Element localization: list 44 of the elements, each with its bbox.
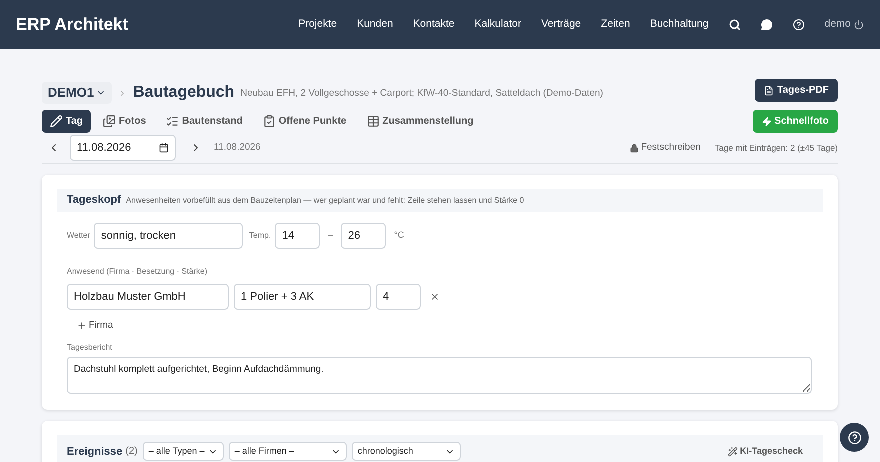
range-dash: – bbox=[328, 229, 334, 242]
tab[interactable]: Fotos bbox=[95, 110, 154, 133]
unit-label: °C bbox=[394, 229, 404, 242]
user-name[interactable]: demo bbox=[824, 16, 851, 32]
field-label: Anwesend (Firma · Besetzung · Stärke) bbox=[67, 267, 208, 276]
temp-max-field[interactable]: 26 bbox=[341, 223, 386, 249]
nav-link[interactable]: Kalkulator bbox=[474, 16, 522, 32]
weather-field[interactable]: sonnig, trocken bbox=[94, 223, 244, 249]
nav-link[interactable]: Verträge bbox=[541, 16, 582, 32]
section-hint: Anwesenheiten vorbefüllt aus dem Bauzeitenplan — wer geplant war und fehlt: Zeile stehen lassen und Stärke 0 bbox=[126, 194, 524, 206]
section-title: Tageskopf bbox=[67, 193, 122, 208]
nav-link[interactable]: Kontakte bbox=[413, 16, 455, 32]
field-label: Tagesbericht bbox=[67, 342, 114, 354]
ai-check-button[interactable]: KI-Tagescheck bbox=[728, 445, 803, 458]
days-info: Tage mit Einträgen: 2 (±45 Tage) bbox=[714, 142, 838, 154]
date-label: 11.08.2026 bbox=[214, 140, 261, 155]
strength-field[interactable]: 4 bbox=[376, 284, 421, 310]
staffing-field[interactable]: 1 Polier + 3 AK bbox=[234, 284, 371, 310]
tab[interactable]: Offene Punkte bbox=[254, 110, 355, 133]
project-selector[interactable]: DEMO1 bbox=[42, 82, 112, 104]
company-field[interactable]: Holzbau Muster GmbH bbox=[67, 284, 229, 310]
nav-link[interactable]: Kunden bbox=[357, 16, 394, 32]
nav-link[interactable]: Projekte bbox=[298, 16, 338, 32]
filter-select[interactable]: – alle Firmen – bbox=[228, 442, 347, 462]
tab[interactable]: Tag bbox=[42, 110, 92, 133]
field-label: Temp. bbox=[249, 230, 272, 242]
app-logo[interactable]: ERP Architekt bbox=[16, 12, 128, 38]
report-field[interactable]: Dachstuhl komplett aufgerichtet, Beginn Aufdachdämmung. bbox=[67, 357, 812, 394]
section-title: Ereignisse bbox=[67, 444, 123, 460]
filter-select[interactable]: chronologisch bbox=[352, 442, 461, 462]
pdf-button[interactable]: Tages-PDF bbox=[754, 79, 838, 102]
lock-button[interactable]: Festschreiben bbox=[630, 140, 701, 156]
page-subtitle: Neubau EFH, 2 Vollgeschosse + Carport; KfW-40-Standard, Satteldach (Demo-Daten) bbox=[240, 87, 604, 102]
event-count: (2) bbox=[126, 445, 138, 460]
page-title: Bautagebuch bbox=[133, 83, 235, 103]
add-company-button[interactable]: Firma bbox=[77, 319, 114, 334]
filter-select[interactable]: – alle Typen – bbox=[142, 442, 224, 462]
nav-link[interactable]: Buchhaltung bbox=[650, 16, 709, 32]
date-field[interactable]: 11.08.2026 bbox=[70, 135, 176, 161]
tab[interactable]: Bautenstand bbox=[158, 110, 251, 133]
tab[interactable]: Zusammenstellung bbox=[358, 110, 482, 133]
field-label: Wetter bbox=[67, 230, 90, 242]
nav-link[interactable]: Zeiten bbox=[601, 16, 630, 32]
temp-min-field[interactable]: 14 bbox=[275, 223, 320, 249]
